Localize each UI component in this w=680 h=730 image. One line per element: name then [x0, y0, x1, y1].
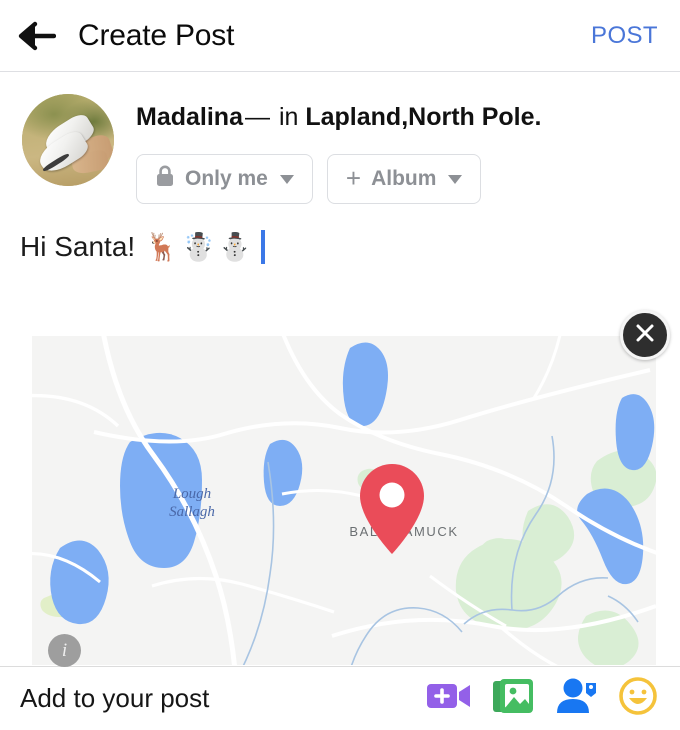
byline-in-word: in: [278, 103, 299, 131]
location-name[interactable]: Lapland,North Pole: [305, 103, 534, 131]
svg-text:Lough: Lough: [172, 486, 211, 502]
svg-text:Sallagh: Sallagh: [169, 504, 215, 520]
author-byline: Madalina— in Lapland,North Pole.: [136, 102, 542, 132]
privacy-label: Only me: [185, 167, 268, 190]
remove-location-button[interactable]: [620, 310, 670, 360]
info-icon: i: [61, 639, 68, 661]
avatar[interactable]: [22, 94, 114, 186]
attachment-icons: [426, 676, 658, 721]
add-to-post-label: Add to your post: [20, 683, 210, 713]
map-canvas: Lough Sallagh BALLINAMUCK: [32, 336, 656, 665]
location-map[interactable]: Lough Sallagh BALLINAMUCK: [32, 336, 656, 665]
live-video-button[interactable]: [426, 679, 472, 718]
privacy-selector[interactable]: Only me: [136, 154, 313, 204]
page-title: Create Post: [78, 18, 235, 52]
composer-options: Only me + Album: [136, 154, 542, 204]
tag-person-icon: [556, 678, 598, 719]
plus-icon: +: [345, 163, 362, 194]
live-video-icon: [426, 679, 472, 718]
tag-person-button[interactable]: [556, 678, 598, 719]
app-header: Create Post POST: [0, 0, 680, 72]
emoji-icon: [618, 676, 658, 721]
map-info-button[interactable]: i: [48, 634, 81, 667]
lock-icon: [155, 164, 175, 194]
arrow-left-icon: [18, 21, 56, 51]
author-name[interactable]: Madalina: [136, 103, 243, 131]
author-section: Madalina— in Lapland,North Pole. Only me…: [0, 72, 680, 204]
post-button[interactable]: POST: [591, 22, 658, 50]
byline-dash: —: [244, 103, 270, 131]
album-selector[interactable]: + Album: [326, 154, 482, 204]
photo-button[interactable]: [492, 678, 536, 719]
chevron-down-icon: [448, 174, 463, 184]
author-details: Madalina— in Lapland,North Pole. Only me…: [136, 94, 542, 204]
text-cursor: [261, 230, 266, 264]
close-icon: [634, 322, 656, 349]
emoji-button[interactable]: [618, 676, 658, 721]
photo-icon: [492, 678, 536, 719]
post-text-value: Hi Santa!: [20, 231, 136, 262]
chevron-down-icon: [279, 174, 294, 184]
add-to-post-bar: Add to your post: [0, 666, 680, 730]
post-text-input[interactable]: Hi Santa! 🦌☃️⛄: [0, 204, 680, 264]
album-label: Album: [371, 167, 437, 190]
post-text-emoji: 🦌☃️⛄: [145, 231, 256, 262]
back-button[interactable]: [6, 0, 68, 72]
byline-period: .: [534, 103, 542, 131]
